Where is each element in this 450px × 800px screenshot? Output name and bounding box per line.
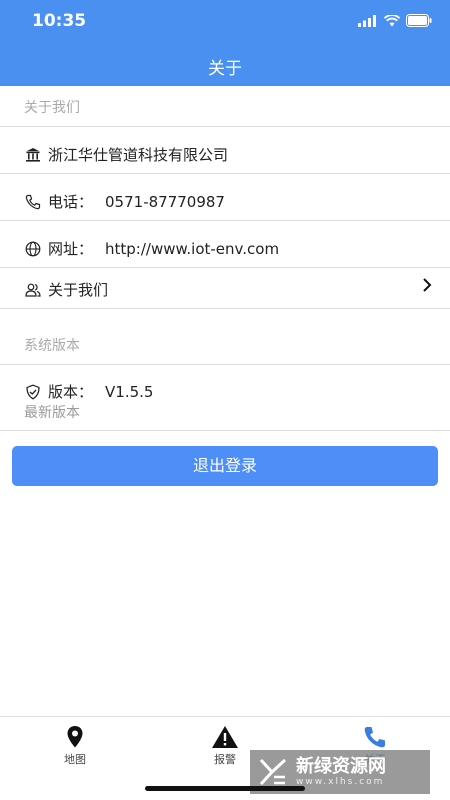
battery-icon (406, 14, 432, 27)
status-bar: 10:35 (0, 0, 450, 44)
about-us-label: 关于我们 (48, 281, 109, 299)
divider (0, 220, 450, 221)
phone-icon (364, 727, 385, 748)
app-header: 10:35 关于 (0, 0, 450, 86)
page-title: 关于 (208, 59, 242, 79)
watermark-title: 新绿资源网 (296, 756, 386, 777)
status-time: 10:35 (32, 11, 87, 31)
divider (0, 364, 450, 365)
divider (0, 430, 450, 431)
users-icon (24, 281, 42, 299)
about-us-row[interactable]: 关于我们 (24, 279, 108, 300)
divider (0, 308, 450, 309)
phone-value[interactable]: 0571-87770987 (105, 193, 225, 211)
cellular-signal-icon (358, 14, 376, 27)
wifi-icon (384, 14, 400, 26)
website-label: 网址： (48, 240, 94, 258)
company-name: 浙江华仕管道科技有限公司 (48, 146, 229, 164)
map-pin-icon (67, 726, 83, 748)
phone-icon (24, 193, 42, 211)
version-row: 版本： V1.5.5 (24, 381, 153, 402)
shield-check-icon (24, 383, 42, 401)
watermark-logo-icon (259, 758, 287, 786)
divider (0, 126, 450, 127)
tab-map[interactable]: 地图 (35, 725, 115, 767)
divider (0, 173, 450, 174)
logout-button[interactable]: 退出登录 (12, 446, 438, 486)
version-status: 最新版本 (24, 405, 80, 421)
tab-map-label: 地图 (64, 753, 86, 766)
status-icons (358, 14, 432, 27)
version-value: V1.5.5 (105, 382, 154, 401)
chevron-right-icon[interactable] (422, 277, 432, 297)
company-row: 浙江华仕管道科技有限公司 (24, 144, 228, 165)
about-section-label: 关于我们 (24, 100, 80, 116)
website-link[interactable]: http://www.iot-env.com (105, 240, 279, 258)
divider (0, 267, 450, 268)
bank-icon (24, 146, 42, 164)
version-label: 版本： (48, 383, 94, 401)
version-section-label: 系统版本 (24, 338, 80, 354)
home-indicator (145, 786, 305, 791)
warning-icon (212, 726, 238, 748)
watermark-subtitle: www.xlhs.com (296, 777, 385, 787)
globe-icon (24, 240, 42, 258)
phone-label: 电话： (48, 193, 94, 211)
tab-alarm-label: 报警 (214, 753, 236, 766)
phone-row[interactable]: 电话： 0571-87770987 (24, 191, 225, 212)
website-row[interactable]: 网址： http://www.iot-env.com (24, 238, 279, 259)
